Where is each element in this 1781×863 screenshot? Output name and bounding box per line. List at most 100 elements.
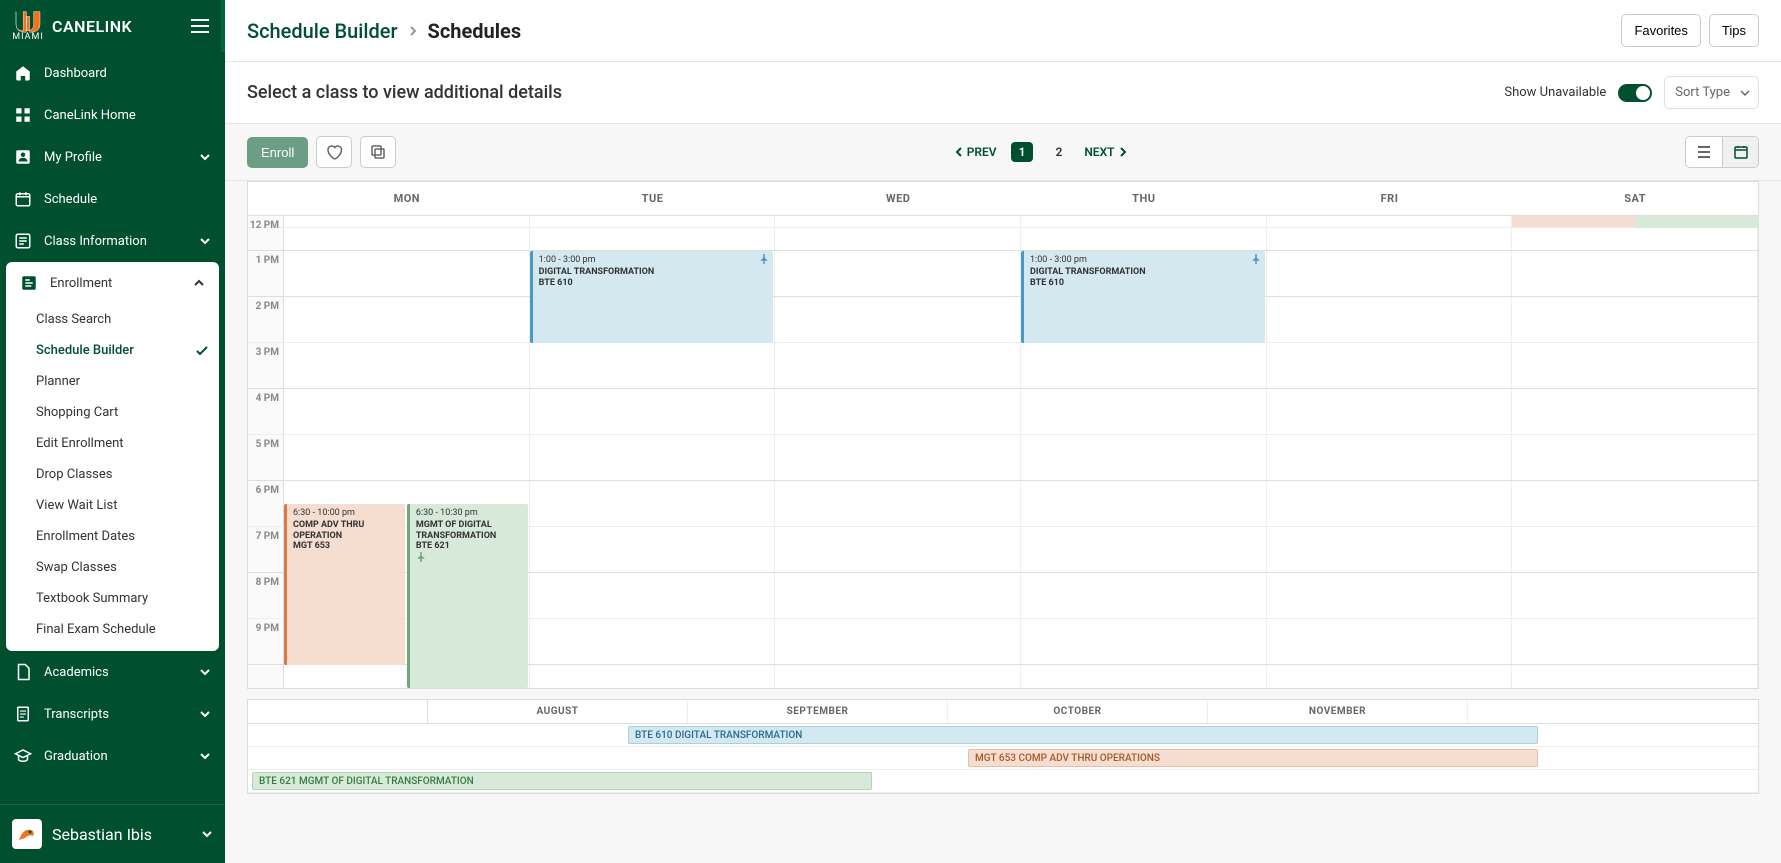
event-mon-bte621[interactable]: 6:30 - 10:30 pm MGMT OF DIGITAL TRANSFOR… xyxy=(407,504,528,688)
subnav-enrollment-dates[interactable]: Enrollment Dates xyxy=(6,521,219,552)
subnav-swap-classes[interactable]: Swap Classes xyxy=(6,552,219,583)
subnav-label: Schedule Builder xyxy=(36,343,134,358)
hour-label: 9 PM xyxy=(248,619,284,664)
timeline-bar-bte610[interactable]: BTE 610 DIGITAL TRANSFORMATION xyxy=(628,726,1538,744)
subnav-planner[interactable]: Planner xyxy=(6,366,219,397)
nav-canelink-home[interactable]: CaneLink Home xyxy=(0,94,225,136)
subnav-label: Class Search xyxy=(36,312,111,327)
favorite-icon-button[interactable] xyxy=(316,136,352,168)
prev-button[interactable]: PREV xyxy=(955,145,997,159)
hour-label: 3 PM xyxy=(248,343,284,388)
month-nov: NOVEMBER xyxy=(1208,700,1468,723)
event-mon-mgt653[interactable]: 6:30 - 10:00 pm COMP ADV THRU OPERATION … xyxy=(284,504,405,665)
doc-icon xyxy=(14,663,32,681)
event-thu-bte610[interactable]: 1:00 - 3:00 pm DIGITAL TRANSFORMATION BT… xyxy=(1021,251,1265,343)
subnav-label: Shopping Cart xyxy=(36,405,118,420)
enroll-button[interactable]: Enroll xyxy=(247,137,308,168)
next-button[interactable]: NEXT xyxy=(1084,145,1126,159)
next-label: NEXT xyxy=(1084,145,1114,159)
nav: Dashboard CaneLink Home My Profile Sched… xyxy=(0,52,225,804)
subnav-shopping-cart[interactable]: Shopping Cart xyxy=(6,397,219,428)
list-view-button[interactable] xyxy=(1686,137,1722,167)
timeline-bar-mgt653[interactable]: MGT 653 COMP ADV THRU OPERATIONS xyxy=(968,749,1538,767)
subnav-class-search[interactable]: Class Search xyxy=(6,304,219,335)
hour-label: 12 PM xyxy=(248,216,284,227)
file-icon xyxy=(14,705,32,723)
nav-enrollment[interactable]: Enrollment xyxy=(6,262,219,304)
subnav-wait-list[interactable]: View Wait List xyxy=(6,490,219,521)
month-oct: OCTOBER xyxy=(948,700,1208,723)
page-1[interactable]: 1 xyxy=(1011,142,1034,162)
hour-label: 4 PM xyxy=(248,389,284,434)
show-unavailable-toggle[interactable] xyxy=(1618,84,1652,102)
tips-button[interactable]: Tips xyxy=(1709,14,1759,47)
timeline-row: BTE 621 MGMT OF DIGITAL TRANSFORMATION xyxy=(248,770,1758,793)
chevron-left-icon xyxy=(955,147,963,157)
subnav-drop-classes[interactable]: Drop Classes xyxy=(6,459,219,490)
nav-label: Transcripts xyxy=(44,707,109,722)
logo-u-icon xyxy=(12,10,44,34)
nav-transcripts[interactable]: Transcripts xyxy=(0,693,225,735)
nav-academics[interactable]: Academics xyxy=(0,651,225,693)
breadcrumb-link[interactable]: Schedule Builder xyxy=(247,19,398,43)
event-code: BTE 610 xyxy=(1030,278,1259,289)
user-name: Sebastian Ibis xyxy=(52,825,152,844)
page-2[interactable]: 2 xyxy=(1047,142,1070,162)
enrollment-submenu: Class Search Schedule Builder Planner Sh… xyxy=(6,304,219,651)
favorites-button[interactable]: Favorites xyxy=(1621,14,1700,47)
subnav-textbook-summary[interactable]: Textbook Summary xyxy=(6,583,219,614)
day-header-wed: WED xyxy=(775,182,1021,215)
event-code: BTE 610 xyxy=(539,278,768,289)
event-code: MGT 653 xyxy=(293,541,399,552)
chevron-down-icon xyxy=(199,708,211,720)
ibis-icon xyxy=(15,822,39,846)
event-title: DIGITAL TRANSFORMATION xyxy=(1030,267,1259,278)
sort-type-select[interactable]: Sort Type xyxy=(1664,76,1759,109)
event-title: COMP ADV THRU OPERATION xyxy=(293,520,399,542)
grid-icon xyxy=(14,106,32,124)
day-header-tue: TUE xyxy=(530,182,776,215)
event-tue-bte610[interactable]: 1:00 - 3:00 pm DIGITAL TRANSFORMATION BT… xyxy=(530,251,774,343)
main: Schedule Builder Schedules Favorites Tip… xyxy=(225,0,1781,863)
nav-my-profile[interactable]: My Profile xyxy=(0,136,225,178)
sub-header: Select a class to view additional detail… xyxy=(225,62,1781,124)
subnav-label: View Wait List xyxy=(36,498,118,513)
chevron-down-icon xyxy=(199,235,211,247)
top-header: Schedule Builder Schedules Favorites Tip… xyxy=(225,0,1781,62)
subnav-label: Enrollment Dates xyxy=(36,529,135,544)
hour-label: 2 PM xyxy=(248,297,284,342)
calendar-icon xyxy=(14,190,32,208)
timeline-bar-bte621[interactable]: BTE 621 MGMT OF DIGITAL TRANSFORMATION xyxy=(252,772,872,790)
view-toggle xyxy=(1685,136,1759,168)
day-header-mon: MON xyxy=(284,182,530,215)
hour-label: 7 PM xyxy=(248,527,284,572)
chevron-down-icon xyxy=(199,151,211,163)
subnav-schedule-builder[interactable]: Schedule Builder xyxy=(6,335,219,366)
calendar-container: MON TUE WED THU FRI SAT 12 PM 1 PM 2 PM … xyxy=(225,181,1781,863)
nav-class-info[interactable]: Class Information xyxy=(0,220,225,262)
heart-icon xyxy=(325,143,343,161)
logo-sub: MIAMI xyxy=(12,32,44,42)
brand-name: CANELINK xyxy=(52,17,132,36)
calendar-view-button[interactable] xyxy=(1722,137,1758,167)
nav-dashboard[interactable]: Dashboard xyxy=(0,52,225,94)
menu-toggle-icon[interactable] xyxy=(191,19,209,33)
chevron-right-icon xyxy=(1119,147,1127,157)
user-footer[interactable]: Sebastian Ibis xyxy=(0,804,225,863)
subnav-label: Edit Enrollment xyxy=(36,436,124,451)
subnav-edit-enrollment[interactable]: Edit Enrollment xyxy=(6,428,219,459)
subnav-label: Swap Classes xyxy=(36,560,117,575)
nav-schedule[interactable]: Schedule xyxy=(0,178,225,220)
hour-label: 1 PM xyxy=(248,251,284,296)
copy-icon-button[interactable] xyxy=(360,136,396,168)
calendar-header: MON TUE WED THU FRI SAT xyxy=(248,182,1758,216)
sat-block-green[interactable] xyxy=(1635,216,1758,228)
sidebar: MIAMI CANELINK Dashboard CaneLink Home M… xyxy=(0,0,225,863)
pin-icon xyxy=(416,552,522,562)
cap-icon xyxy=(14,747,32,765)
subnav-final-exam[interactable]: Final Exam Schedule xyxy=(6,614,219,645)
person-icon xyxy=(14,148,32,166)
event-title: DIGITAL TRANSFORMATION xyxy=(539,267,768,278)
timeline-row: BTE 610 DIGITAL TRANSFORMATION xyxy=(248,724,1758,747)
nav-graduation[interactable]: Graduation xyxy=(0,735,225,777)
